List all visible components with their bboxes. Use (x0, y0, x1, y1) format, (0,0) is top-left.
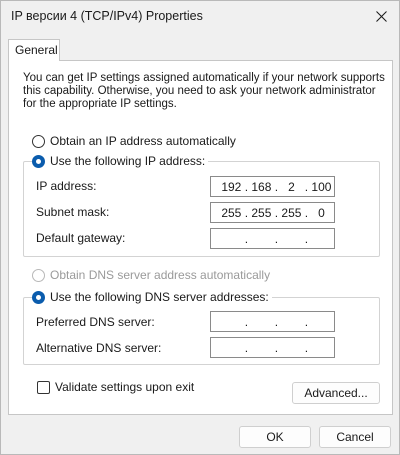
title-bar: IP версии 4 (TCP/IPv4) Properties (1, 1, 399, 33)
use-following-ip-label: Use the following IP address: (50, 154, 206, 168)
advanced-button-label: Advanced... (304, 386, 368, 400)
description-text: You can get IP settings assigned automat… (23, 72, 385, 110)
obtain-ip-auto-label: Obtain an IP address automatically (50, 134, 236, 148)
subnet-mask-octet-3: 255 (281, 205, 302, 220)
obtain-dns-auto-label: Obtain DNS server address automatically (50, 268, 271, 282)
close-button[interactable] (367, 3, 395, 29)
preferred-dns-label: Preferred DNS server: (36, 315, 155, 329)
use-following-ip-radio-circle (32, 154, 45, 168)
subnet-mask-label: Subnet mask: (36, 205, 110, 219)
obtain-dns-auto-radio-circle (32, 268, 45, 282)
subnet-mask-octet-1: 255 (221, 205, 242, 220)
alternative-dns-label: Alternative DNS server: (36, 341, 162, 355)
ip-address-input[interactable]: 192. 168. 2. 100 (210, 176, 335, 197)
subnet-mask-input[interactable]: 255. 255. 255. 0 (210, 202, 335, 223)
window-title: IP версии 4 (TCP/IPv4) Properties (11, 9, 203, 23)
validate-settings-checkbox-box (37, 380, 50, 394)
ip-address-octet-3: 2 (288, 179, 295, 194)
validate-settings-checkbox[interactable]: Validate settings upon exit (37, 380, 194, 394)
close-icon (375, 10, 387, 22)
ok-button-label: OK (266, 430, 284, 444)
use-following-ip-radio[interactable]: Use the following IP address: (32, 154, 209, 168)
cancel-button[interactable]: Cancel (319, 426, 391, 448)
ip-address-octet-2: 168 (251, 179, 272, 194)
obtain-ip-auto-radio-circle (32, 134, 45, 148)
ip-address-label: IP address: (36, 179, 97, 193)
default-gateway-label: Default gateway: (36, 231, 126, 245)
use-following-dns-label: Use the following DNS server addresses: (50, 290, 269, 304)
validate-settings-label: Validate settings upon exit (55, 380, 195, 394)
alternative-dns-input[interactable]: . . . (210, 337, 335, 358)
tab-general[interactable]: General (8, 39, 60, 61)
subnet-mask-octet-4: 0 (318, 205, 325, 220)
ok-button[interactable]: OK (239, 426, 311, 448)
obtain-ip-auto-radio[interactable]: Obtain an IP address automatically (32, 134, 239, 148)
obtain-dns-auto-radio[interactable]: Obtain DNS server address automatically (32, 268, 274, 282)
use-following-dns-radio[interactable]: Use the following DNS server addresses: (32, 290, 272, 304)
preferred-dns-input[interactable]: . . . (210, 311, 335, 332)
ip-address-octet-4: 100 (311, 179, 332, 194)
advanced-button[interactable]: Advanced... (292, 382, 380, 404)
general-panel: You can get IP settings assigned automat… (8, 60, 393, 415)
use-following-dns-radio-circle (32, 290, 45, 304)
cancel-button-label: Cancel (336, 430, 374, 444)
ip-address-octet-1: 192 (221, 179, 242, 194)
default-gateway-input[interactable]: . . . (210, 228, 335, 249)
subnet-mask-octet-2: 255 (251, 205, 272, 220)
tab-general-label: General (15, 43, 58, 57)
properties-dialog: IP версии 4 (TCP/IPv4) Properties Genera… (0, 0, 400, 455)
